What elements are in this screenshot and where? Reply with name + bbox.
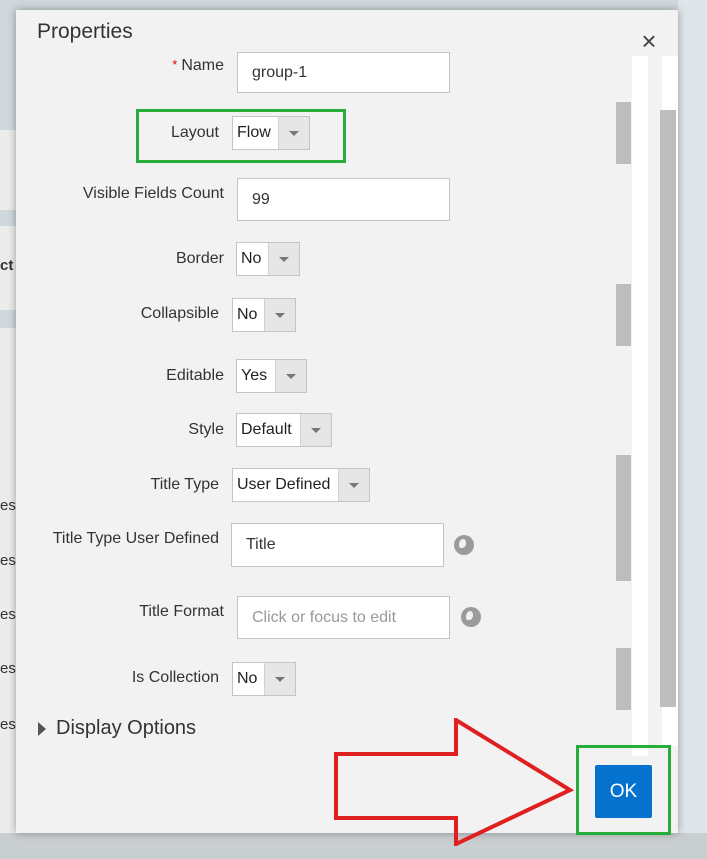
- name-label: * Name: [172, 57, 224, 75]
- scroll-segment: [616, 102, 631, 164]
- style-select[interactable]: Default: [236, 413, 332, 447]
- scroll-segment: [616, 455, 631, 581]
- editable-value: Yes: [241, 367, 268, 384]
- title-format-field[interactable]: Click or focus to edit: [237, 596, 450, 639]
- chevron-down-icon: [275, 360, 306, 392]
- close-icon[interactable]: ×: [638, 28, 660, 54]
- is-collection-label: Is Collection: [131, 669, 219, 686]
- visible-fields-count-label: Visible Fields Count: [82, 185, 224, 202]
- display-options-label: Display Options: [56, 717, 197, 739]
- chevron-down-icon: [278, 117, 309, 149]
- name-field[interactable]: group-1: [237, 52, 450, 93]
- name-label-text: Name: [181, 57, 224, 74]
- chevron-down-icon: [264, 663, 295, 695]
- collapsible-value: No: [237, 306, 258, 323]
- background-text: ct: [0, 257, 14, 274]
- required-indicator: *: [172, 57, 178, 72]
- caret-right-icon: [38, 721, 46, 736]
- border-select[interactable]: No: [236, 242, 300, 276]
- collapsible-select[interactable]: No: [232, 298, 296, 332]
- editable-label: Editable: [166, 367, 224, 384]
- display-options-toggle[interactable]: Display Options: [38, 717, 196, 740]
- chevron-down-icon: [268, 243, 299, 275]
- title-format-label: Title Format: [139, 603, 224, 620]
- border-value: No: [241, 250, 262, 267]
- collapsible-label: Collapsible: [140, 305, 219, 322]
- is-collection-value: No: [237, 670, 258, 687]
- title-type-label: Title Type: [150, 476, 219, 493]
- title-format-placeholder: Click or focus to edit: [252, 608, 397, 626]
- title-type-user-defined-label: Title Type User Defined: [52, 530, 219, 547]
- chevron-down-icon: [338, 469, 369, 501]
- ok-button[interactable]: OK: [595, 765, 652, 818]
- style-value: Default: [241, 421, 292, 438]
- chevron-down-icon: [264, 299, 295, 331]
- background-right-panel: [678, 0, 707, 859]
- scroll-segment: [616, 284, 631, 346]
- chevron-down-icon: [300, 414, 331, 446]
- name-value: group-1: [252, 63, 308, 81]
- editable-select[interactable]: Yes: [236, 359, 307, 393]
- title-type-user-defined-field[interactable]: Title: [231, 523, 444, 567]
- globe-icon[interactable]: [461, 607, 481, 627]
- border-label: Border: [175, 250, 224, 267]
- visible-fields-count-value: 99: [252, 190, 270, 208]
- dialog-title: Properties: [37, 20, 133, 43]
- scroll-segment: [616, 648, 631, 710]
- title-type-value: User Defined: [237, 476, 331, 493]
- visible-fields-count-field[interactable]: 99: [237, 178, 450, 221]
- style-label: Style: [188, 421, 224, 438]
- globe-icon[interactable]: [454, 535, 474, 555]
- is-collection-select[interactable]: No: [232, 662, 296, 696]
- title-type-select[interactable]: User Defined: [232, 468, 370, 502]
- layout-select[interactable]: Flow: [232, 116, 310, 150]
- layout-label: Layout: [170, 124, 219, 141]
- layout-value: Flow: [237, 124, 271, 141]
- red-arrow-annotation: [334, 718, 574, 846]
- scrollbar-thumb[interactable]: [660, 110, 676, 707]
- inner-scroll-track: [632, 56, 648, 756]
- title-type-user-defined-value: Title: [246, 536, 276, 553]
- properties-dialog: Properties × * Name group-1 Layout Flow V…: [16, 10, 678, 835]
